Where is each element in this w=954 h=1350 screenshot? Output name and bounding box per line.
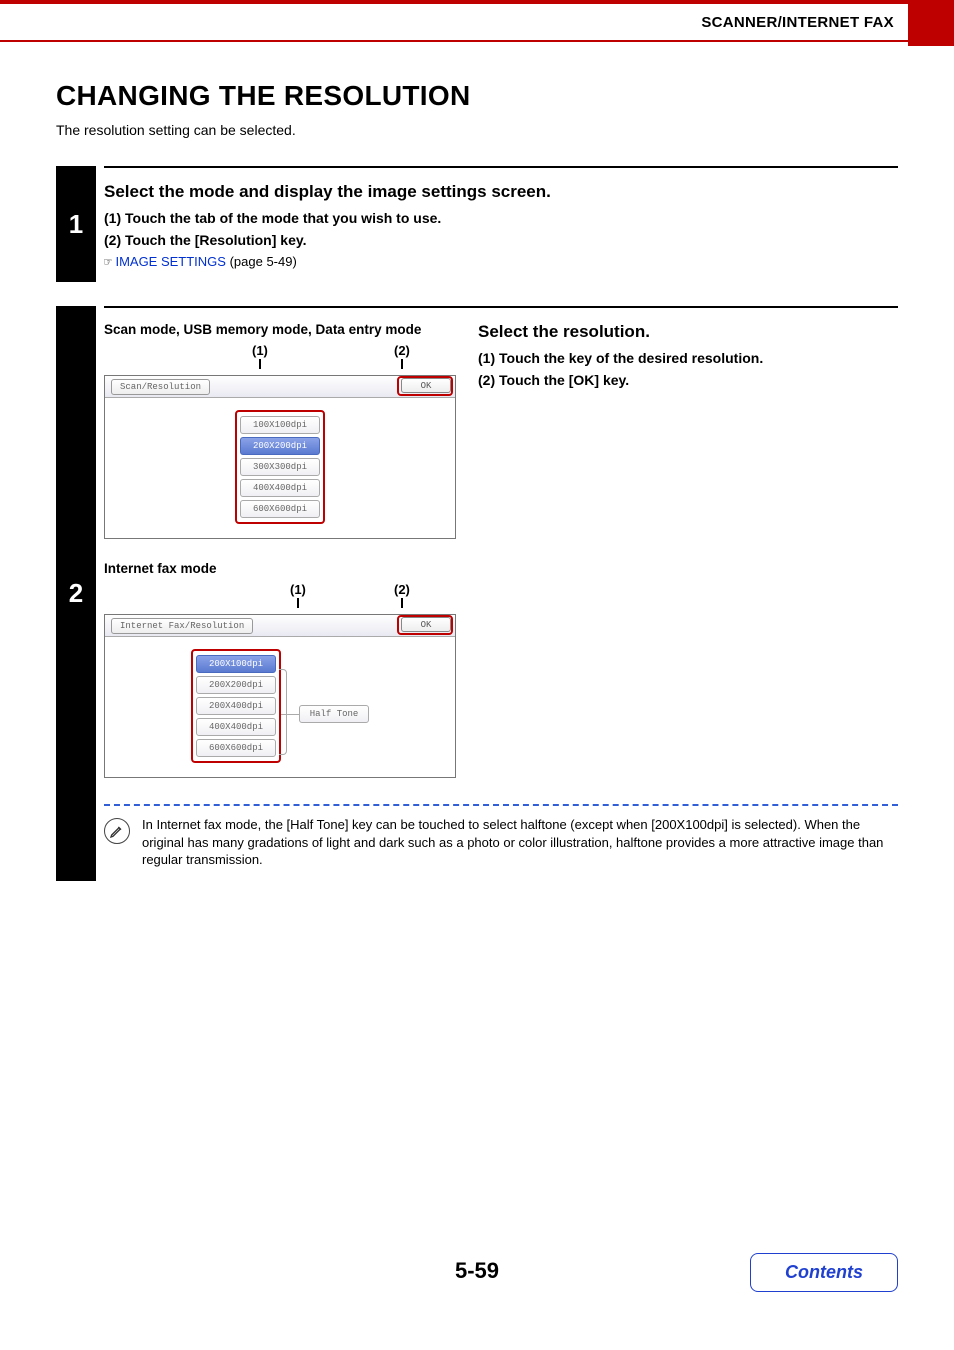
header-bar: SCANNER/INTERNET FAX (0, 0, 954, 42)
step1-item1: (1) Touch the tab of the mode that you w… (104, 210, 898, 226)
note-text: In Internet fax mode, the [Half Tone] ke… (142, 816, 898, 869)
xref-link[interactable]: IMAGE SETTINGS (115, 254, 226, 269)
step2-item2: (2) Touch the [OK] key. (478, 372, 898, 388)
step1-ref: ☞ IMAGE SETTINGS (page 5-49) (104, 254, 898, 270)
res-option[interactable]: 600X600dpi (196, 739, 276, 757)
callout-b1: (1) (290, 582, 306, 608)
panel-a-options: 100X100dpi 200X200dpi 300X300dpi 400X400… (235, 410, 325, 524)
contents-button[interactable]: Contents (750, 1253, 898, 1292)
panel-b-options: 200X100dpi 200X200dpi 200X400dpi 400X400… (191, 649, 281, 763)
panel-scan-resolution: Scan/Resolution OK 100X100dpi 200X200dpi… (104, 375, 456, 539)
callout-a2: (2) (394, 343, 410, 369)
step-1: 1 Select the mode and display the image … (56, 166, 898, 282)
mode-a-label: Scan mode, USB memory mode, Data entry m… (104, 322, 456, 337)
step-number-1: 1 (56, 166, 96, 282)
note-separator (104, 804, 898, 806)
res-option[interactable]: 200X200dpi (240, 437, 320, 455)
note: In Internet fax mode, the [Half Tone] ke… (104, 816, 898, 869)
res-option[interactable]: 600X600dpi (240, 500, 320, 518)
res-option[interactable]: 300X300dpi (240, 458, 320, 476)
xref-suffix: (page 5-49) (226, 254, 297, 269)
panel-ifax-resolution: Internet Fax/Resolution OK 200X100dpi 20… (104, 614, 456, 778)
pointer-icon: ☞ (104, 255, 112, 270)
panel-a-title: Scan/Resolution (111, 379, 210, 395)
step-number-2: 2 (56, 306, 96, 881)
res-option[interactable]: 200X200dpi (196, 676, 276, 694)
step2-item1: (1) Touch the key of the desired resolut… (478, 350, 898, 366)
res-option[interactable]: 200X100dpi (196, 655, 276, 673)
pencil-icon (104, 818, 130, 844)
res-option[interactable]: 400X400dpi (240, 479, 320, 497)
callout-b2: (2) (394, 582, 410, 608)
step-2: 2 Scan mode, USB memory mode, Data entry… (56, 306, 898, 881)
callout-a1: (1) (252, 343, 268, 369)
panel-a-ok[interactable]: OK (401, 378, 451, 393)
step2-heading: Select the resolution. (478, 322, 898, 342)
halftone-button[interactable]: Half Tone (299, 705, 369, 723)
step1-heading: Select the mode and display the image se… (104, 182, 898, 202)
mode-b-label: Internet fax mode (104, 561, 456, 576)
page-title: CHANGING THE RESOLUTION (56, 80, 898, 112)
res-option[interactable]: 200X400dpi (196, 697, 276, 715)
panel-b-title: Internet Fax/Resolution (111, 618, 253, 634)
step1-item2: (2) Touch the [Resolution] key. (104, 232, 898, 248)
res-option[interactable]: 400X400dpi (196, 718, 276, 736)
breadcrumb: SCANNER/INTERNET FAX (701, 14, 894, 31)
res-option[interactable]: 100X100dpi (240, 416, 320, 434)
panel-b-ok[interactable]: OK (401, 617, 451, 632)
intro-text: The resolution setting can be selected. (56, 122, 898, 138)
